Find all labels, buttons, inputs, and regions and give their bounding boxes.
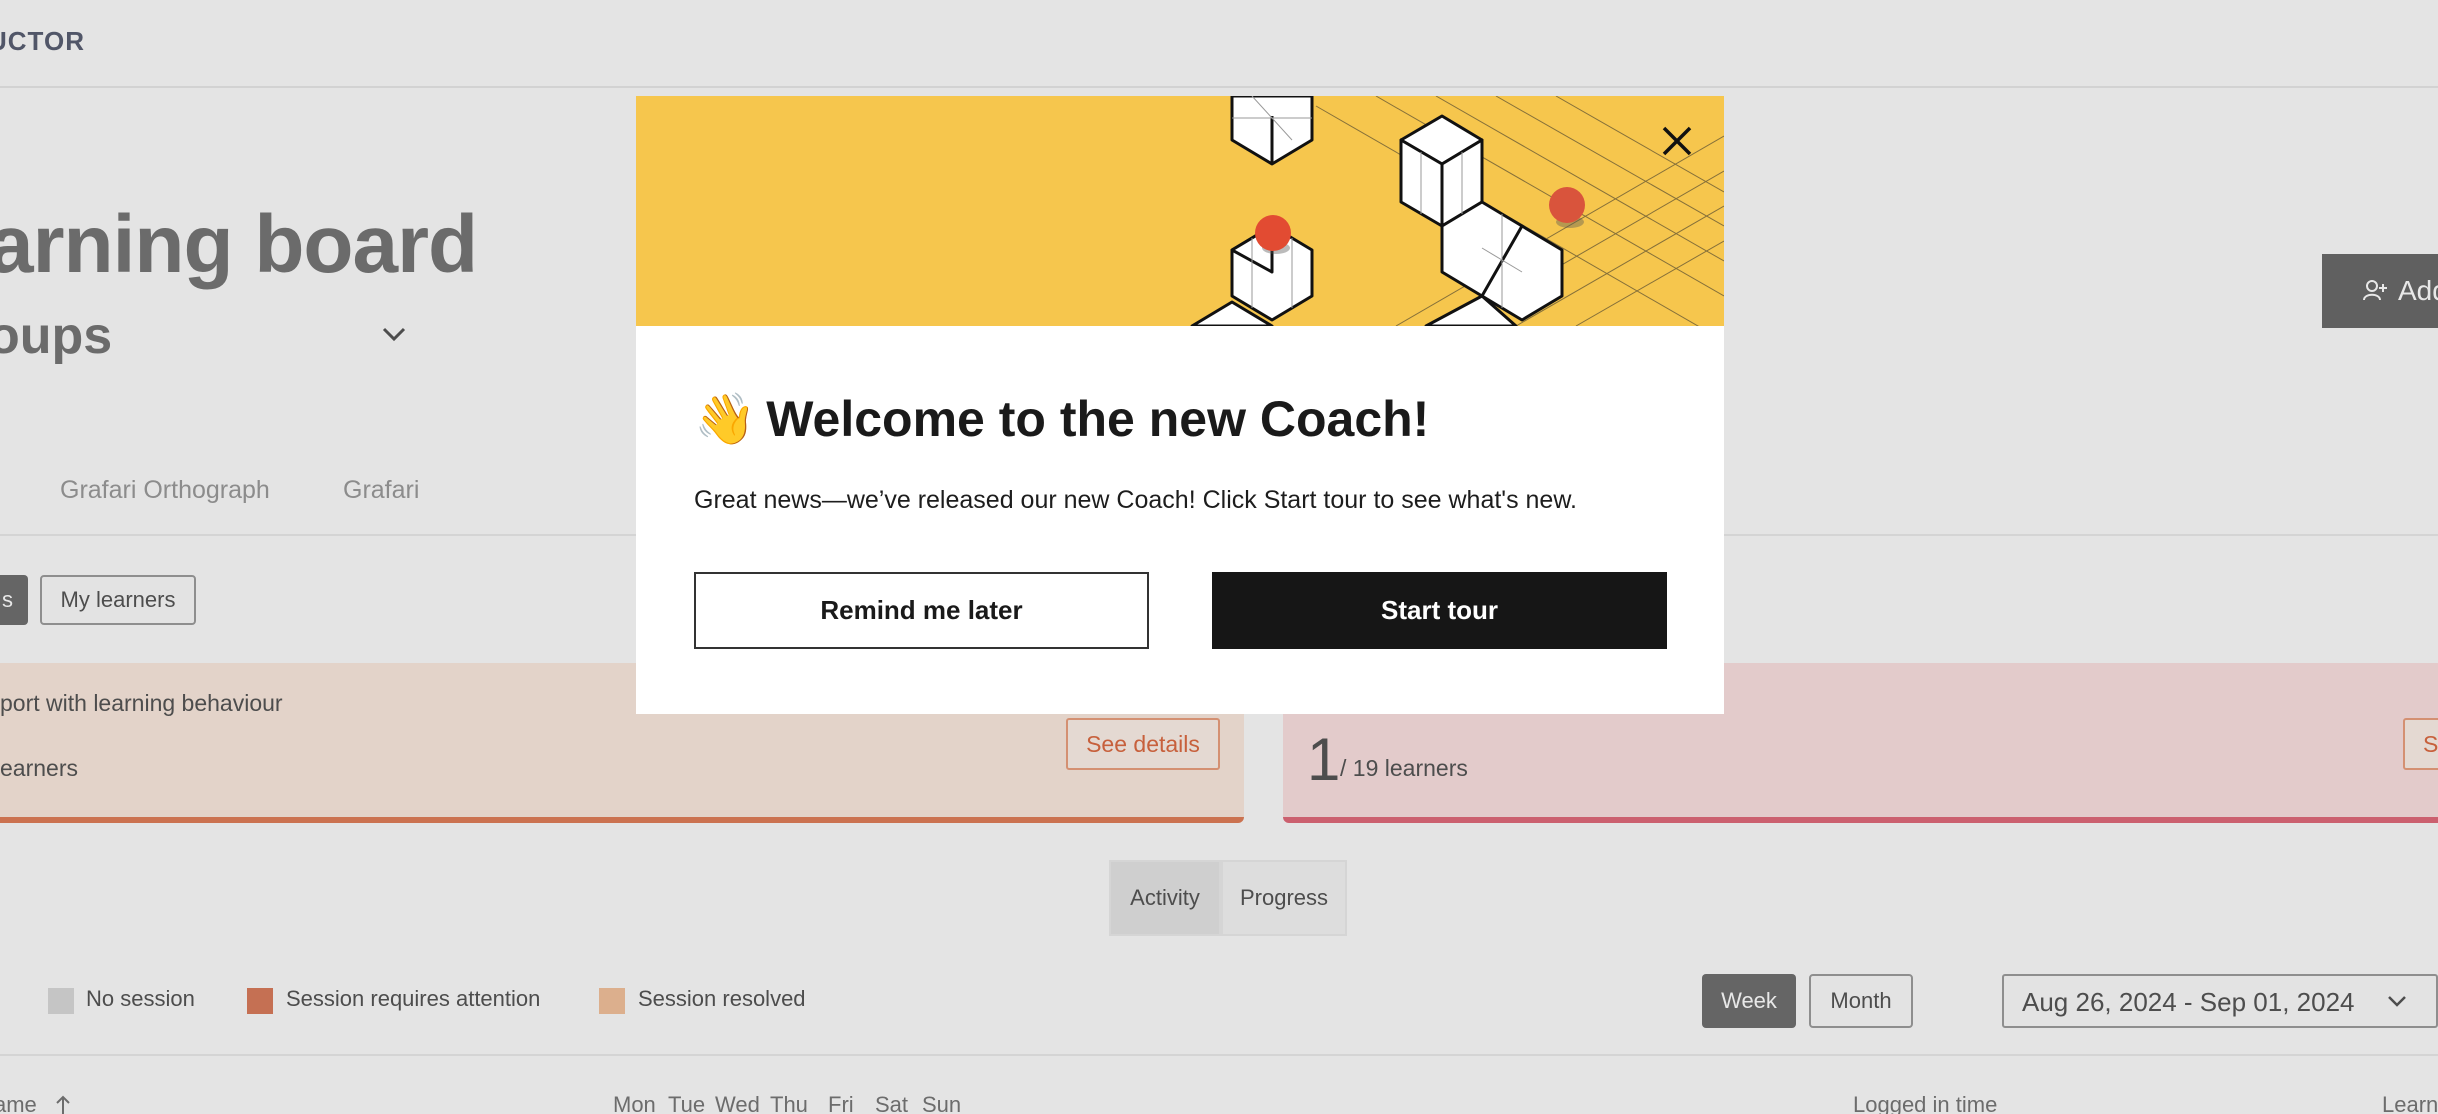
modal-body-text: Great news—we’ve released our new Coach!… xyxy=(694,486,1577,514)
close-icon[interactable] xyxy=(1656,120,1698,162)
waving-hand-icon: 👋 xyxy=(694,391,757,447)
modal-title: Welcome to the new Coach! xyxy=(766,391,1430,447)
remind-me-later-button[interactable]: Remind me later xyxy=(694,572,1149,649)
welcome-modal: 👋 Welcome to the new Coach! Great news—w… xyxy=(636,96,1724,714)
modal-banner xyxy=(636,96,1724,326)
isometric-cubes-illustration xyxy=(1190,96,1724,326)
start-tour-button[interactable]: Start tour xyxy=(1212,572,1667,649)
modal-title-row: 👋 Welcome to the new Coach! xyxy=(694,390,1429,448)
